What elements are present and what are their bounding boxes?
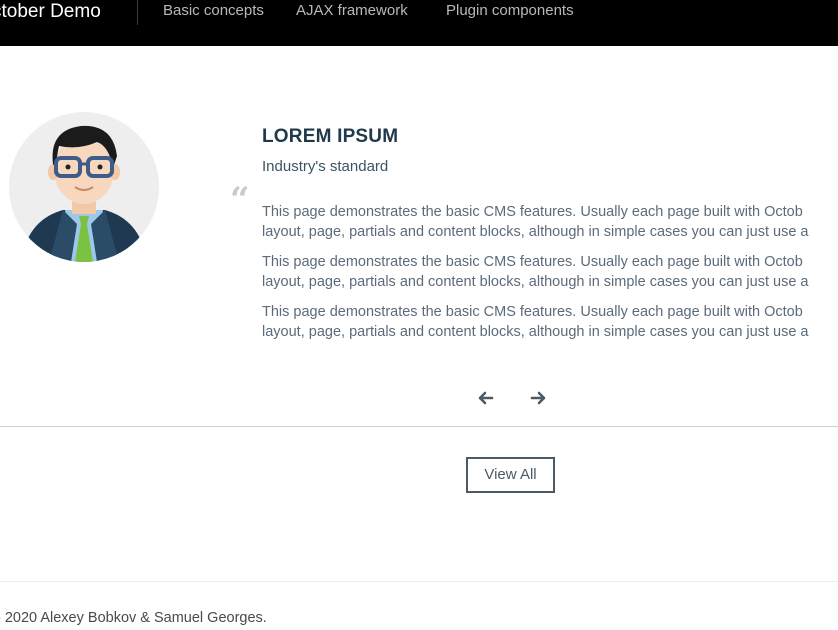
quote-icon: “ <box>230 180 250 220</box>
testimonial-title: LOREM IPSUM <box>262 126 399 147</box>
arrow-left-icon[interactable] <box>476 388 496 408</box>
brand-container: ctober Demo <box>0 0 130 23</box>
footer-copyright: - 2020 Alexey Bobkov & Samuel Georges. <box>0 610 267 626</box>
testimonial-body: This page demonstrates the basic CMS fea… <box>262 202 838 352</box>
nav-item-basic-concepts[interactable]: Basic concepts <box>163 0 264 22</box>
paragraph-line: This page demonstrates the basic CMS fea… <box>262 254 803 270</box>
testimonial-paragraph: This page demonstrates the basic CMS fea… <box>262 302 838 342</box>
paragraph-line: layout, page, partials and content block… <box>262 224 809 240</box>
paragraph-line: layout, page, partials and content block… <box>262 274 809 290</box>
paragraph-line: layout, page, partials and content block… <box>262 324 809 340</box>
paragraph-line: This page demonstrates the basic CMS fea… <box>262 204 803 220</box>
arrow-right-icon[interactable] <box>528 388 548 408</box>
top-navbar: ctober Demo Basic concepts AJAX framewor… <box>0 0 838 46</box>
testimonial-paragraph: This page demonstrates the basic CMS fea… <box>262 202 838 242</box>
brand-link[interactable]: ctober Demo <box>0 0 101 23</box>
nav-item-plugin-components[interactable]: Plugin components <box>446 0 574 22</box>
nav-item-ajax-framework[interactable]: AJAX framework <box>296 0 408 22</box>
paragraph-line: This page demonstrates the basic CMS fea… <box>262 304 803 320</box>
nav-divider <box>137 0 138 25</box>
testimonial-subtitle: Industry's standard <box>262 158 389 175</box>
footer-divider <box>0 581 838 582</box>
avatar-illustration <box>9 112 159 262</box>
testimonial-paragraph: This page demonstrates the basic CMS fea… <box>262 252 838 292</box>
view-all-button[interactable]: View All <box>466 457 555 493</box>
avatar <box>9 112 159 262</box>
section-divider <box>0 426 838 427</box>
